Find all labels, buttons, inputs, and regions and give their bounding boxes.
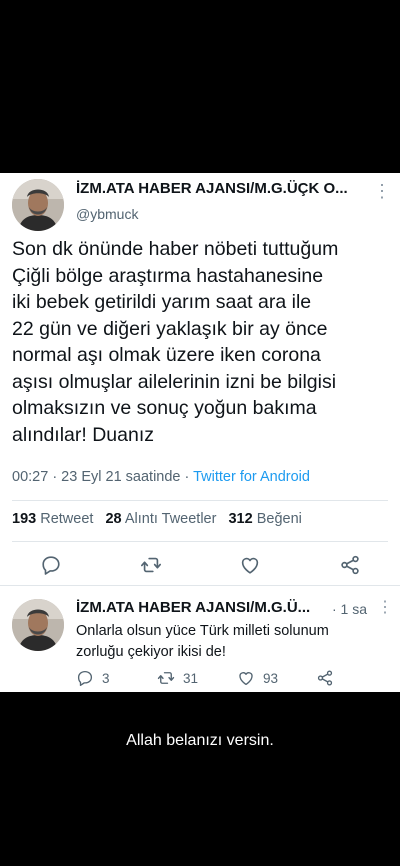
- avatar[interactable]: [12, 179, 64, 231]
- reply-avatar[interactable]: [12, 599, 64, 651]
- reply-reply-action[interactable]: 3: [76, 669, 110, 687]
- reply-retweet-action[interactable]: 31: [157, 669, 198, 687]
- like-count: 93: [263, 670, 279, 686]
- avatar-image: [12, 599, 64, 651]
- user-handle[interactable]: @ybmuck: [76, 206, 138, 222]
- tweet-meta: 00:27 · 23 Eyl 21 saatinde · Twitter for…: [12, 469, 310, 485]
- reply-count: 3: [102, 670, 110, 686]
- reply-share-action[interactable]: [316, 669, 334, 687]
- share-icon: [317, 670, 333, 686]
- caption-text: Allah belanızı versin.: [126, 732, 274, 749]
- retweets-label: Retweet: [40, 511, 94, 527]
- reply-like-action[interactable]: 93: [237, 669, 278, 687]
- more-options-icon[interactable]: ⋮: [377, 597, 393, 617]
- retweets-stat[interactable]: 193 Retweet: [12, 511, 93, 527]
- quotes-stat[interactable]: 28 Alıntı Tweetler: [105, 511, 216, 527]
- tweet-card: İZM.ATA HABER AJANSI/M.G.ÜÇK O... @ybmuc…: [0, 173, 400, 692]
- likes-stat[interactable]: 312 Beğeni: [228, 511, 301, 527]
- retweet-count: 31: [183, 670, 199, 686]
- heart-icon: [239, 672, 253, 686]
- divider: [0, 585, 400, 586]
- avatar-image: [12, 179, 64, 231]
- likes-count: 312: [228, 511, 253, 527]
- reply-time: · 1 sa: [332, 601, 368, 617]
- retweet-icon: [157, 672, 175, 684]
- reply-icon: [77, 670, 93, 687]
- reply-text: Onlarla olsun yüce Türk milleti solunum …: [76, 623, 329, 660]
- more-options-icon[interactable]: ⋮: [373, 181, 391, 202]
- heart-icon[interactable]: [239, 554, 261, 576]
- retweets-count: 193: [12, 511, 37, 527]
- timestamp: 00:27 · 23 Eyl 21 saatinde ·: [12, 469, 194, 485]
- likes-label: Beğeni: [256, 511, 302, 527]
- retweet-icon[interactable]: [140, 554, 162, 576]
- share-icon[interactable]: [339, 554, 361, 576]
- display-name[interactable]: İZM.ATA HABER AJANSI/M.G.ÜÇK O...: [76, 180, 366, 197]
- quotes-count: 28: [105, 511, 122, 527]
- reply-icon[interactable]: [40, 554, 62, 576]
- reply-display-name[interactable]: İZM.ATA HABER AJANSI/M.G.Ü...: [76, 599, 326, 616]
- tweet-text: Son dk önünde haber nöbeti tuttuğum Çiğl…: [12, 238, 339, 446]
- quotes-label: Alıntı Tweetler: [124, 511, 217, 527]
- source-link[interactable]: Twitter for Android: [193, 469, 310, 485]
- tweet-stats: 193 Retweet 28 Alıntı Tweetler 312 Beğen…: [12, 511, 302, 527]
- divider: [12, 541, 388, 542]
- divider: [12, 500, 388, 501]
